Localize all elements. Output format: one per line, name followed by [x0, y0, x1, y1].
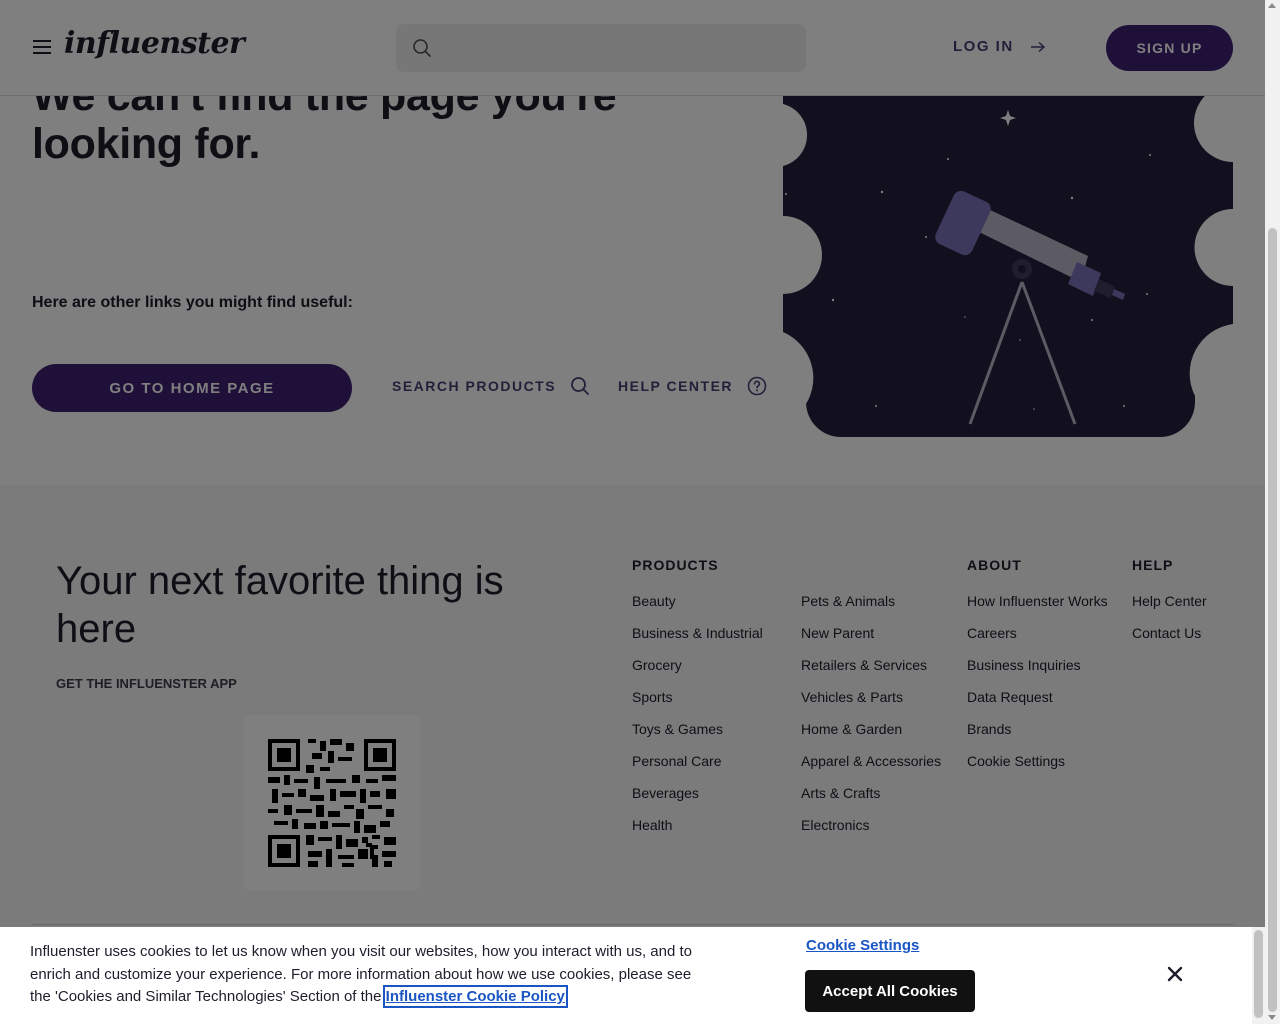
- modal-backdrop[interactable]: [0, 0, 1265, 1024]
- cookie-banner-scroll-thumb[interactable]: [1254, 930, 1263, 1018]
- cookie-policy-link[interactable]: Influenster Cookie Policy: [382, 985, 568, 1008]
- cookie-banner: Influenster uses cookies to let us know …: [0, 927, 1252, 1024]
- page-scroll-thumb[interactable]: [1268, 228, 1277, 1012]
- scroll-down-arrow[interactable]: [1268, 1015, 1276, 1020]
- cookie-settings-link[interactable]: Cookie Settings: [806, 937, 919, 954]
- page: We can't find the page you're looking fo…: [0, 0, 1265, 1024]
- cookie-banner-scrollbar[interactable]: [1252, 927, 1265, 1024]
- scroll-up-arrow[interactable]: [1268, 3, 1276, 8]
- cookie-message: Influenster uses cookies to let us know …: [30, 941, 710, 1009]
- accept-all-cookies-button[interactable]: Accept All Cookies: [805, 970, 975, 1012]
- cookie-message-text: Influenster uses cookies to let us know …: [30, 943, 693, 1005]
- page-scrollbar[interactable]: [1265, 0, 1280, 1024]
- close-icon[interactable]: [1166, 965, 1184, 983]
